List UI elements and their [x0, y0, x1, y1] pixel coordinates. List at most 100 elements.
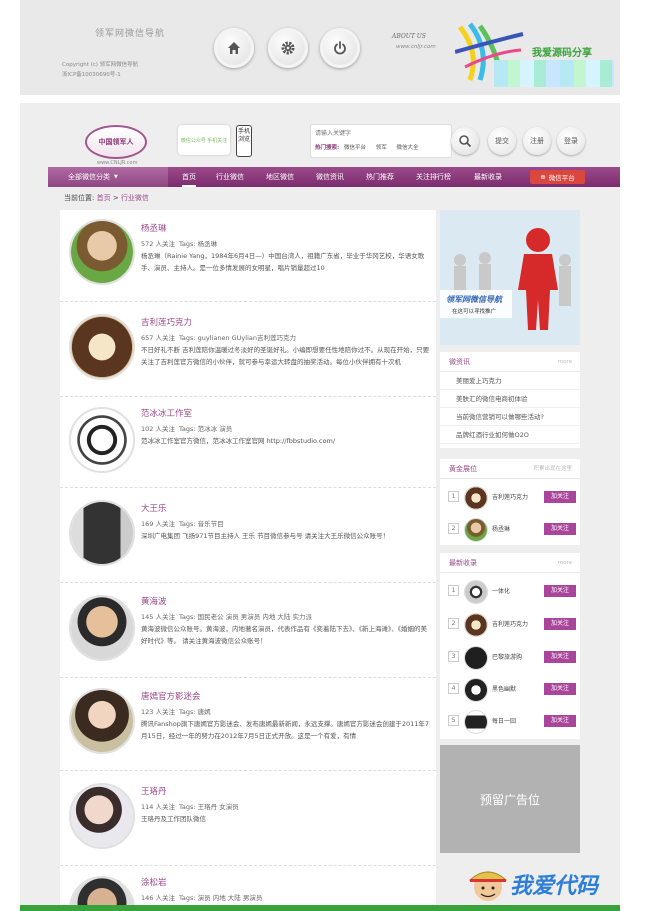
rank-name[interactable]: 巴黎旅游购: [492, 652, 522, 661]
about-title[interactable]: ABOUT US: [392, 30, 426, 44]
account-tags: Tags: 王珞丹 女演员: [178, 803, 239, 811]
login-button[interactable]: 登录: [557, 127, 585, 155]
platform-label: 微信平台: [548, 174, 575, 182]
list-item[interactable]: 杨丞琳 572 人关注 Tags: 杨丞琳 杨丞琳（Rainie Yang，198…: [60, 210, 436, 302]
avatar[interactable]: [464, 613, 488, 637]
rank-number: 3: [448, 651, 459, 662]
power-button[interactable]: [320, 28, 360, 68]
rank-name[interactable]: 一体化: [492, 586, 510, 595]
rank-name[interactable]: 杨丞琳: [492, 524, 510, 533]
submit-button[interactable]: 提交: [488, 127, 516, 155]
follow-button[interactable]: 加关注: [544, 683, 576, 695]
latest-item[interactable]: 3 巴黎旅游购 加关注: [446, 643, 586, 673]
breadcrumb-home[interactable]: 首页: [97, 194, 111, 202]
follow-button[interactable]: 加关注: [544, 651, 576, 663]
account-name[interactable]: 涂松岩: [141, 876, 167, 888]
avatar[interactable]: [69, 219, 135, 285]
account-name[interactable]: 王珞丹: [141, 785, 167, 797]
avatar[interactable]: [69, 688, 135, 754]
account-name[interactable]: 杨丞琳: [141, 222, 167, 234]
list-item[interactable]: 黄海波 145 人关注 Tags: 国民老公 演员 男演员 内地 大陆 实力派 黄…: [60, 583, 436, 678]
news-more-link[interactable]: more: [558, 352, 572, 372]
nav-ranking[interactable]: 关注排行榜: [416, 167, 451, 187]
gold-item[interactable]: 2 杨丞琳 加关注: [446, 515, 586, 545]
promo-banner[interactable]: 领军网微信导航 在这可以寻找推广: [440, 210, 580, 345]
follow-button[interactable]: 加关注: [544, 523, 576, 535]
follower-count: 102 人关注: [141, 425, 175, 433]
news-item[interactable]: 美肤汇的微信电商初体验: [440, 390, 580, 408]
search-button[interactable]: [451, 127, 479, 155]
rank-name[interactable]: 吉利莲巧克力: [492, 619, 528, 628]
account-name[interactable]: 大王乐: [141, 502, 167, 514]
search-input[interactable]: [315, 127, 445, 139]
site-logo[interactable]: 中国领军人: [85, 125, 147, 159]
banner-title: 领军网微信导航: [446, 295, 502, 304]
avatar[interactable]: [464, 580, 488, 604]
plus-circle-icon: ⊕: [540, 173, 546, 181]
list-item[interactable]: 大王乐 169 人关注 Tags: 音乐节目 深圳广电集团 飞扬971节目主持人 …: [60, 488, 436, 583]
avatar[interactable]: [464, 678, 488, 702]
hot-term[interactable]: 领军: [376, 145, 387, 151]
footer-copyright: Copyright (c) 领军网微信导航 浙ICP备10030690号-1: [62, 60, 192, 80]
follow-button[interactable]: 加关注: [544, 715, 576, 727]
avatar[interactable]: [69, 407, 135, 473]
avatar[interactable]: [69, 783, 135, 849]
account-tags: Tags: 范冰冰 演员: [178, 425, 233, 433]
rank-name[interactable]: 每日一囧: [492, 716, 516, 725]
avatar[interactable]: [69, 314, 135, 380]
nav-region[interactable]: 地区微信: [266, 167, 294, 187]
hot-search: 热门搜索: 微信平台 领军 微信大全: [315, 143, 427, 151]
latest-item[interactable]: 1 一体化 加关注: [446, 577, 586, 607]
breadcrumb-sep: >: [112, 194, 119, 202]
home-button[interactable]: [214, 28, 254, 68]
avatar[interactable]: [464, 486, 488, 510]
mobile-browse-badge[interactable]: 手机浏览: [236, 125, 252, 157]
news-item[interactable]: 品牌红酒行业如何做O2O: [440, 426, 580, 444]
nav-home[interactable]: 首页: [182, 167, 196, 187]
avatar[interactable]: [69, 500, 135, 566]
latest-item[interactable]: 2 吉利莲巧克力 加关注: [446, 610, 586, 640]
all-categories-dropdown[interactable]: 全部微信分类 ▼: [48, 167, 168, 187]
account-name[interactable]: 黄海波: [141, 595, 167, 607]
hot-term[interactable]: 微信大全: [396, 145, 418, 151]
nav-news[interactable]: 微信资讯: [316, 167, 344, 187]
list-item[interactable]: 吉利莲巧克力 657 人关注 Tags: guylianen GUylian吉利莲…: [60, 302, 436, 397]
avatar[interactable]: [464, 710, 488, 734]
avatar[interactable]: [464, 518, 488, 542]
share-text: 我爱源码分享: [532, 48, 592, 59]
about-url[interactable]: www.cnljr.com: [396, 44, 436, 50]
list-item[interactable]: 王珞丹 114 人关注 Tags: 王珞丹 女演员 王珞丹及工作团队微信: [60, 771, 436, 866]
avatar[interactable]: [464, 646, 488, 670]
all-categories-label: 全部微信分类: [68, 173, 110, 181]
news-item[interactable]: 美丽爱上巧克力: [440, 372, 580, 390]
list-item[interactable]: 范冰冰工作室 102 人关注 Tags: 范冰冰 演员 范冰冰工作室官方微信，范冰…: [60, 397, 436, 488]
account-name[interactable]: 唐嫣官方影迷会: [141, 690, 201, 702]
settings-button[interactable]: [268, 28, 308, 68]
avatar[interactable]: [69, 595, 135, 661]
nav-latest[interactable]: 最新收录: [474, 167, 502, 187]
gold-item[interactable]: 1 吉利莲巧克力 加关注: [446, 483, 586, 513]
account-tags: Tags: 杨丞琳: [178, 240, 218, 248]
nav-industry[interactable]: 行业微信: [216, 167, 244, 187]
news-item[interactable]: 当前微信营销可以做哪些活动?: [440, 408, 580, 426]
breadcrumb: 当前位置: 首页 > 行业微信: [64, 193, 149, 203]
breadcrumb-current[interactable]: 行业微信: [121, 194, 149, 202]
account-name[interactable]: 吉利莲巧克力: [141, 316, 192, 328]
rank-name[interactable]: 吉利莲巧克力: [492, 492, 528, 501]
nav-hot[interactable]: 热门推荐: [366, 167, 394, 187]
latest-item[interactable]: 4 黑色幽默 加关注: [446, 675, 586, 705]
list-item[interactable]: 唐嫣官方影迷会 123 人关注 Tags: 唐嫣 腾讯Fanshop旗下唐嫣官方影…: [60, 678, 436, 771]
ad-placeholder[interactable]: 预留广告位: [440, 745, 580, 853]
breadcrumb-prefix: 当前位置:: [64, 194, 95, 202]
register-button[interactable]: 注册: [523, 127, 551, 155]
hot-term[interactable]: 微信平台: [344, 145, 366, 151]
rank-name[interactable]: 黑色幽默: [492, 684, 516, 693]
search-icon: [459, 135, 472, 148]
follow-button[interactable]: 加关注: [544, 585, 576, 597]
follow-button[interactable]: 加关注: [544, 618, 576, 630]
account-name[interactable]: 范冰冰工作室: [141, 407, 192, 419]
latest-more-link[interactable]: more: [558, 553, 572, 573]
latest-item[interactable]: 5 每日一囧 加关注: [446, 707, 586, 737]
follow-button[interactable]: 加关注: [544, 491, 576, 503]
wechat-platform-button[interactable]: ⊕ 微信平台: [530, 170, 585, 184]
